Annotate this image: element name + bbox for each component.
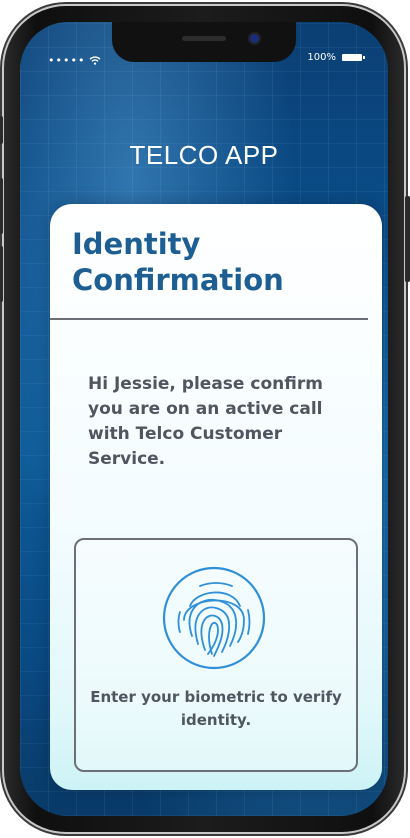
notch: [112, 22, 296, 62]
signal-strength: •••••: [48, 54, 86, 67]
identity-confirmation-card: Identity Confirmation Hi Jessie, please …: [50, 204, 382, 790]
battery-icon: [342, 54, 365, 61]
fingerprint-icon: [162, 566, 266, 670]
volume-down-button: [0, 246, 3, 302]
biometric-button[interactable]: Enter your biometric to verify identity.: [74, 538, 358, 772]
front-camera: [250, 34, 259, 43]
status-bar-right: 100%: [307, 52, 365, 63]
title-divider: [50, 318, 368, 320]
wifi-icon: [89, 56, 101, 65]
card-title: Identity Confirmation: [72, 227, 284, 297]
power-button: [405, 196, 410, 282]
status-bar-left: •••••: [48, 54, 101, 67]
app-title: TELCO APP: [129, 140, 279, 170]
phone-frame: ••••• 100% TELCO APP Identity Confirmati…: [0, 6, 410, 832]
biometric-prompt: Enter your biometric to verify identity.: [90, 688, 342, 729]
phone-screen: ••••• 100% TELCO APP Identity Confirmati…: [20, 22, 388, 816]
mute-switch: [0, 116, 3, 144]
speaker: [182, 36, 226, 41]
volume-up-button: [0, 178, 3, 234]
confirmation-message: Hi Jessie, please confirm you are on an …: [88, 374, 323, 469]
battery-percent: 100%: [307, 52, 336, 63]
